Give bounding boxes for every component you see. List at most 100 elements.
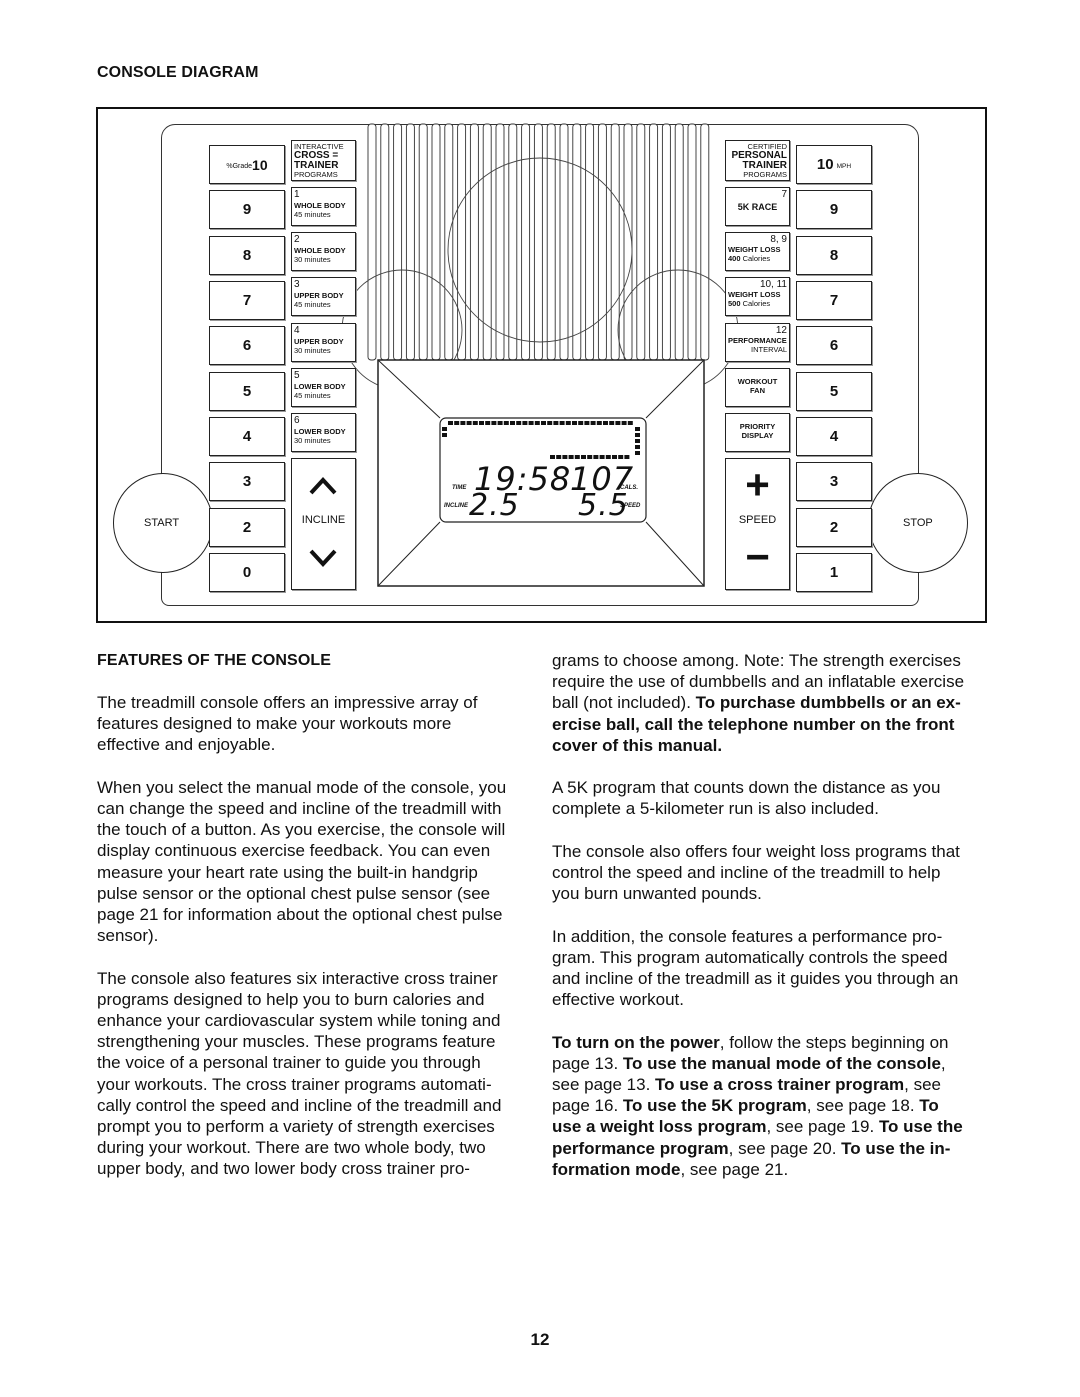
incline-button-3[interactable]: 3 xyxy=(209,462,285,501)
speaker-grille xyxy=(341,123,739,391)
speed-down-button[interactable]: − xyxy=(726,535,789,579)
speed-button-5[interactable]: 5 xyxy=(796,372,872,411)
incline-down-button[interactable] xyxy=(309,549,337,577)
text-line: effective and enjoyable. xyxy=(97,735,276,755)
incline-up-button[interactable] xyxy=(309,475,337,503)
bold-text: To turn on the power xyxy=(552,1032,720,1052)
text-run: , see xyxy=(904,1075,941,1094)
incline-button-5[interactable]: 5 xyxy=(209,372,285,411)
program-title: PERFORMANCE xyxy=(728,336,787,345)
program-title: PRIORITY xyxy=(739,422,776,431)
program-button-5[interactable]: 5 LOWER BODY 45 minutes xyxy=(291,368,356,407)
lcd-segment xyxy=(528,421,534,425)
program-button-6[interactable]: 6 LOWER BODY 30 minutes xyxy=(291,413,356,452)
page-number: 12 xyxy=(530,1330,550,1349)
text-line: the voice of a personal trainer to guide… xyxy=(97,1053,481,1073)
speed-value: 8 xyxy=(829,247,839,264)
stop-button[interactable]: STOP xyxy=(868,473,968,573)
lcd-segment xyxy=(572,421,577,425)
lcd-segment xyxy=(547,421,553,425)
speed-button-10[interactable]: 10 MPH xyxy=(796,145,872,184)
program-duration: 30 minutes xyxy=(294,346,331,355)
speed-up-button[interactable]: + xyxy=(726,463,789,507)
speed-button-3[interactable]: 3 xyxy=(796,462,872,501)
incline-button-0[interactable]: 0 xyxy=(209,553,285,592)
incline-button-6[interactable]: 6 xyxy=(209,326,285,365)
incline-button-7[interactable]: 7 xyxy=(209,281,285,320)
grille-slot xyxy=(597,123,607,361)
speed-button-8[interactable]: 8 xyxy=(796,236,872,275)
lcd-segment xyxy=(615,421,621,425)
header-line: TRAINER xyxy=(742,159,787,171)
lcd-segment xyxy=(472,421,478,425)
program-button-priority[interactable]: PRIORITY DISPLAY xyxy=(725,413,790,452)
grille-slot xyxy=(367,123,377,361)
incline-button-4[interactable]: 4 xyxy=(209,417,285,456)
program-button-8, 9[interactable]: 8, 9 WEIGHT LOSS 400 Calories xyxy=(725,232,790,271)
incline-button-2[interactable]: 2 xyxy=(209,508,285,547)
text-run: ball (not included). xyxy=(552,693,696,713)
speed-button-7[interactable]: 7 xyxy=(796,281,872,320)
grille-slot xyxy=(418,123,428,361)
program-button-3[interactable]: 3 UPPER BODY 45 minutes xyxy=(291,277,356,316)
program-button-workout[interactable]: WORKOUT FAN xyxy=(725,368,790,407)
header-line: PROGRAMS xyxy=(743,170,787,179)
program-button-4[interactable]: 4 UPPER BODY 30 minutes xyxy=(291,323,356,362)
grille-slot xyxy=(508,123,518,361)
speed-button-4[interactable]: 4 xyxy=(796,417,872,456)
text-line: A 5K program that counts down the distan… xyxy=(552,778,941,798)
program-number: 1 xyxy=(294,189,300,200)
grille-slot xyxy=(674,123,684,361)
start-button[interactable]: START xyxy=(113,473,213,573)
lcd-segment xyxy=(485,421,491,425)
speed-button-9[interactable]: 9 xyxy=(796,190,872,229)
text-line: and incline of the treadmill as it guide… xyxy=(552,969,959,988)
program-title: WEIGHT LOSS xyxy=(728,245,781,254)
lcd-segment xyxy=(624,455,630,459)
paragraph: The console also features six interactiv… xyxy=(97,968,537,1180)
program-number: 6 xyxy=(294,415,300,426)
speed-button-2[interactable]: 2 xyxy=(796,508,872,547)
lcd-segment xyxy=(605,455,611,459)
program-sub: DISPLAY xyxy=(741,431,774,440)
text-line: pulse sensor or the optional chest pulse… xyxy=(97,883,491,903)
bold-text: To use a cross trainer program xyxy=(655,1075,905,1094)
program-button-2[interactable]: 2 WHOLE BODY 30 minutes xyxy=(291,232,356,271)
program-title: LOWER BODY xyxy=(294,382,346,391)
speed-button-1[interactable]: 1 xyxy=(796,553,872,592)
lcd-segment xyxy=(603,421,608,425)
program-title: WHOLE BODY xyxy=(294,201,346,210)
program-button-12[interactable]: 12 PERFORMANCE INTERVAL xyxy=(725,323,790,362)
program-button-1[interactable]: 1 WHOLE BODY 45 minutes xyxy=(291,187,356,226)
lcd-segment xyxy=(491,421,497,425)
incline-button-10[interactable]: %Grade 10 xyxy=(209,145,285,184)
text-line: The treadmill console offers an impressi… xyxy=(97,693,478,712)
text-run: , follow the steps beginning on xyxy=(719,1032,949,1052)
calorie-target: 400 xyxy=(728,254,741,263)
text-run: , see page 18. xyxy=(806,1096,920,1116)
speed-panel: + SPEED − xyxy=(725,458,790,590)
bold-text: To use the 5K program xyxy=(622,1096,807,1116)
bold-text: cover of this manual. xyxy=(552,735,723,755)
text-run: , see page 19. xyxy=(766,1117,879,1137)
lcd-segment xyxy=(550,455,555,459)
header-line: PROGRAMS xyxy=(294,170,338,179)
text-line: cally control the speed and incline of t… xyxy=(97,1095,502,1115)
program-duration: 45 minutes xyxy=(294,391,331,400)
incline-button-8[interactable]: 8 xyxy=(209,236,285,275)
lcd-segment xyxy=(442,433,447,437)
program-title: 5K RACE xyxy=(737,202,778,212)
program-sub: INTERVAL xyxy=(751,345,787,354)
grille-slot xyxy=(559,123,569,361)
program-button-10, 11[interactable]: 10, 11 WEIGHT LOSS 500 Calories xyxy=(725,277,790,316)
speed-button-6[interactable]: 6 xyxy=(796,326,872,365)
lcd-segment xyxy=(553,421,559,425)
incline-button-9[interactable]: 9 xyxy=(209,190,285,229)
start-label: START xyxy=(144,517,180,529)
text-line: gram. This program automatically control… xyxy=(552,947,948,967)
program-duration: 45 minutes xyxy=(294,300,331,309)
bold-text: To use the manual mode of the console xyxy=(622,1053,941,1073)
program-number: 7 xyxy=(781,189,787,200)
program-button-7[interactable]: 7 5K RACE xyxy=(725,187,790,226)
bold-text: To use the in- xyxy=(841,1138,951,1158)
